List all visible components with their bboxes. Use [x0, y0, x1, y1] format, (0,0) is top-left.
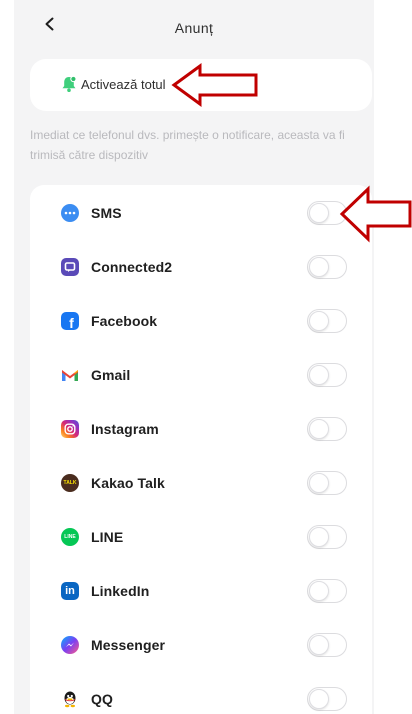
instagram-icon [61, 420, 79, 438]
app-label: Connected2 [91, 259, 173, 275]
app-row-connected2[interactable]: Connected2 [30, 239, 372, 293]
app-row-messenger[interactable]: Messenger [30, 617, 372, 671]
app-label: LinkedIn [91, 583, 150, 599]
app-list: SMS Connected2 f Facebook Gmail Instagra… [30, 185, 372, 714]
messenger-toggle[interactable] [307, 633, 347, 657]
connected2-toggle[interactable] [307, 255, 347, 279]
settings-screen: Anunț Activează totul Imediat ce telefon… [14, 0, 374, 714]
facebook-toggle[interactable] [307, 309, 347, 333]
header: Anunț [14, 0, 374, 56]
connected2-icon [61, 258, 79, 276]
gmail-icon [61, 366, 79, 384]
instagram-toggle[interactable] [307, 417, 347, 441]
messenger-icon [61, 636, 79, 654]
app-row-instagram[interactable]: Instagram [30, 401, 372, 455]
linkedin-toggle[interactable] [307, 579, 347, 603]
kakao-talk-icon: TALK [61, 474, 79, 492]
gmail-toggle[interactable] [307, 363, 347, 387]
linkedin-icon: in [61, 582, 79, 600]
app-row-sms[interactable]: SMS [30, 185, 372, 239]
facebook-icon: f [61, 312, 79, 330]
app-row-linkedin[interactable]: in LinkedIn [30, 563, 372, 617]
line-toggle[interactable] [307, 525, 347, 549]
page-title: Anunț [174, 20, 214, 36]
sms-toggle[interactable] [307, 201, 347, 225]
qq-icon [61, 690, 79, 708]
app-row-gmail[interactable]: Gmail [30, 347, 372, 401]
app-label: Messenger [91, 637, 166, 653]
qq-toggle[interactable] [307, 687, 347, 711]
bell-icon [62, 75, 77, 92]
app-row-facebook[interactable]: f Facebook [30, 293, 372, 347]
app-label: LINE [91, 529, 124, 545]
enable-all-button[interactable]: Activează totul [60, 75, 166, 93]
kakao-talk-toggle[interactable] [307, 471, 347, 495]
app-row-line[interactable]: LINE LINE [30, 509, 372, 563]
app-label: SMS [91, 205, 122, 221]
app-label: Gmail [91, 367, 131, 383]
enable-all-label: Activează totul [81, 76, 166, 92]
enable-all-card[interactable]: Activează totul [30, 59, 372, 111]
app-label: Kakao Talk [91, 475, 165, 491]
line-icon: LINE [61, 528, 79, 546]
app-row-kakao-talk[interactable]: TALK Kakao Talk [30, 455, 372, 509]
app-label: QQ [91, 691, 113, 707]
app-label: Instagram [91, 421, 159, 437]
app-row-qq[interactable]: QQ [30, 671, 372, 714]
sms-icon [61, 204, 79, 222]
app-label: Facebook [91, 313, 158, 329]
notification-description: Imediat ce telefonul dvs. primește o not… [30, 128, 345, 162]
